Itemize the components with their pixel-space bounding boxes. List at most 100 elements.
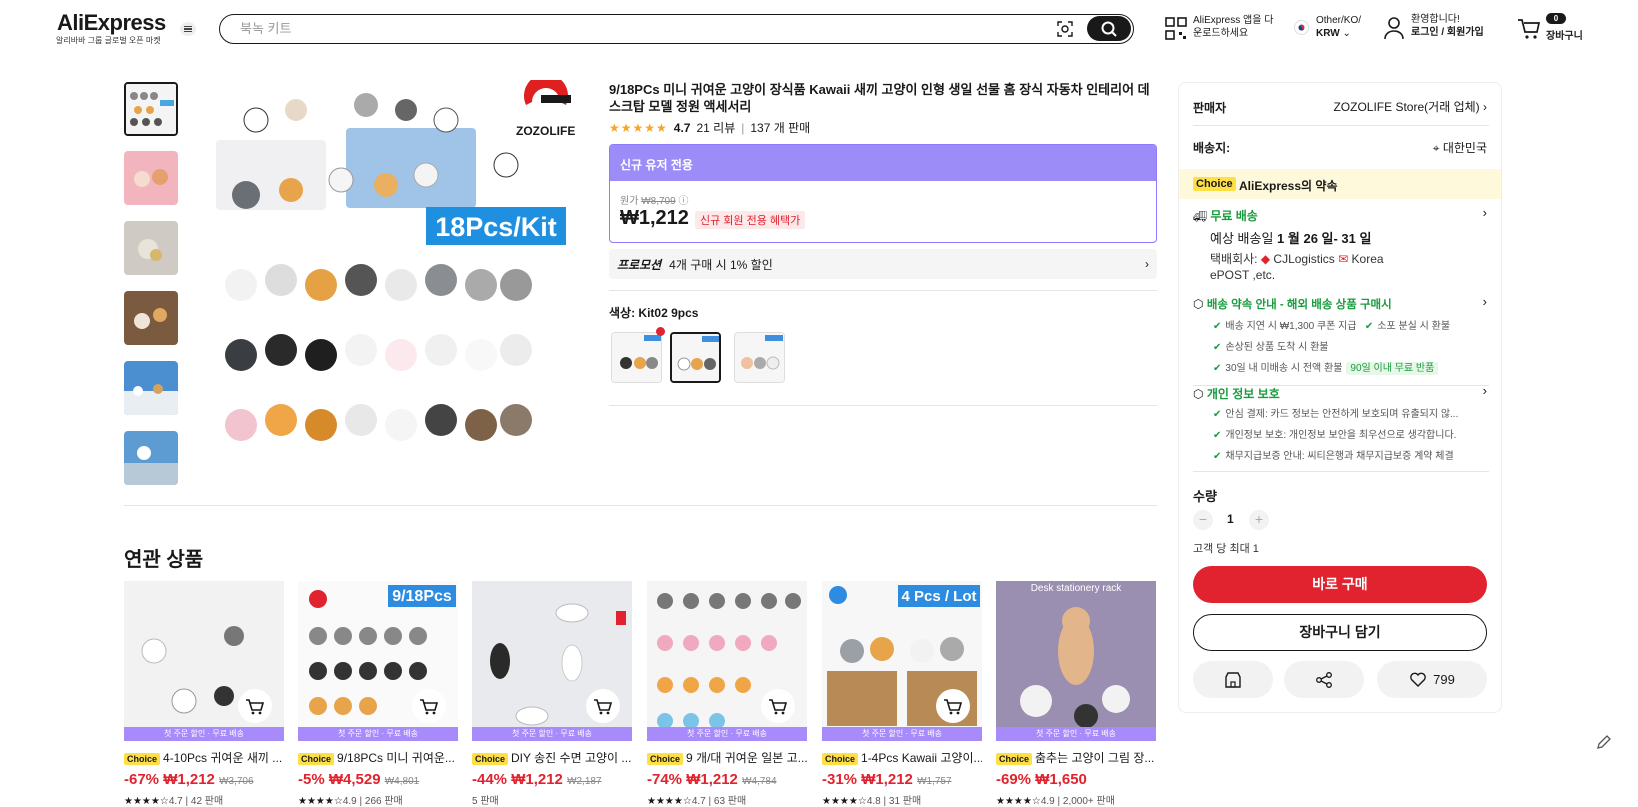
choice-promise-text: AliExpress의 약속 xyxy=(1239,179,1338,193)
related-meta: 5 판매 xyxy=(472,796,499,807)
color-swatch[interactable] xyxy=(611,332,662,383)
store-icon xyxy=(1225,671,1241,688)
add-to-cart-icon[interactable] xyxy=(936,689,970,723)
related-product-card[interactable]: 9/18Pcs 첫 주문 할인 · 무료 배송 Choice 9/18PCs 미니… xyxy=(298,581,458,807)
product-thumbnail[interactable] xyxy=(124,82,178,136)
color-swatch[interactable] xyxy=(734,332,785,383)
privacy-row[interactable]: ⬡ 개인 정보 보호 xyxy=(1193,385,1280,402)
related-product-image[interactable]: 첫 주문 할인 · 무료 배송 xyxy=(647,581,807,741)
choice-promise-band: Choice AliExpress의 약속 xyxy=(1179,169,1501,199)
privacy-item: ✔ 안심 결제: 카드 정보는 안전하게 보호되며 유출되지 않... xyxy=(1213,409,1459,420)
first-order-strip: 첫 주문 할인 · 무료 배송 xyxy=(124,727,284,741)
related-meta: 4.7 | 63 판매 xyxy=(691,796,747,807)
related-product-card[interactable]: 첫 주문 할인 · 무료 배송 Choice 4-10Pcs 귀여운 새끼 ...… xyxy=(124,581,284,807)
add-to-cart-icon[interactable] xyxy=(586,689,620,723)
related-product-card[interactable]: Desk stationery rack 첫 주문 할인 · 무료 배송 Cho… xyxy=(996,581,1156,807)
rating-stars-icon: ★★★★★ xyxy=(609,120,668,135)
ship-destination[interactable]: ⌖ 대한민국 xyxy=(1433,139,1487,156)
search-button[interactable] xyxy=(1087,16,1131,41)
quantity-label: 수량 xyxy=(1193,489,1217,504)
add-to-cart-icon[interactable] xyxy=(238,689,272,723)
add-to-cart-icon[interactable] xyxy=(412,689,446,723)
add-to-cart-button[interactable]: 장바구니 담기 xyxy=(1193,614,1487,651)
top-header: AliExpress 알리바바 그룹 글로벌 오픈 마켓 AliExpress … xyxy=(0,0,1638,58)
related-product-image[interactable]: 4 Pcs / Lot 첫 주문 할인 · 무료 배송 xyxy=(822,581,982,741)
choice-tag: Choice xyxy=(124,753,161,765)
free-shipping-row[interactable]: 🚚︎ 무료 배송 xyxy=(1193,207,1258,224)
related-product-card[interactable]: 4 Pcs / Lot 첫 주문 할인 · 무료 배송 Choice 1-4Pcs… xyxy=(822,581,982,807)
language-currency-selector[interactable]: Other/KO/KRW ⌄ xyxy=(1316,14,1361,40)
menu-icon[interactable] xyxy=(180,22,196,36)
related-products-title: 연관 상품 xyxy=(124,549,204,571)
carrier-info-more: ePOST ,etc. xyxy=(1210,268,1276,282)
cart-icon[interactable] xyxy=(1517,17,1541,41)
quantity-increase-button[interactable]: + xyxy=(1249,510,1269,530)
privacy-item: ✔ 개인정보 보호: 개인정보 보안을 최우선으로 생각합니다. xyxy=(1213,430,1457,441)
related-price: ₩4,529 xyxy=(328,771,381,788)
delivery-estimate: 예상 배송일 1 월 26 일- 31 일 xyxy=(1210,231,1372,246)
related-product-image[interactable]: 첫 주문 할인 · 무료 배송 xyxy=(472,581,632,741)
choice-tag: Choice xyxy=(1193,177,1236,191)
related-meta: 4.8 | 31 판매 xyxy=(866,796,922,807)
account-link[interactable]: 환영합니다! 로그인 / 회원가입 xyxy=(1411,13,1484,39)
rating-value: 4.7 xyxy=(673,120,691,135)
cart-label[interactable]: 장바구니 xyxy=(1546,27,1583,42)
product-thumbnail[interactable] xyxy=(124,151,178,205)
truck-icon: 🚚︎ xyxy=(1193,211,1207,223)
related-product-title[interactable]: 4-10Pcs 귀여운 새끼 ... xyxy=(163,751,282,765)
info-icon[interactable]: ⓘ xyxy=(678,196,688,207)
seller-link[interactable]: ZOZOLIFE Store(거래 업체) › xyxy=(1333,98,1487,115)
quantity-value[interactable]: 1 xyxy=(1227,512,1234,526)
related-product-title[interactable]: DIY 송진 수면 고양이 ... xyxy=(511,751,631,765)
buy-now-button[interactable]: 바로 구매 xyxy=(1193,566,1487,603)
first-order-strip: 첫 주문 할인 · 무료 배송 xyxy=(647,727,807,741)
add-to-cart-icon[interactable] xyxy=(761,689,795,723)
image-search-icon[interactable] xyxy=(1056,20,1074,38)
related-product-card[interactable]: 첫 주문 할인 · 무료 배송 Choice DIY 송진 수면 고양이 ... … xyxy=(472,581,632,807)
edit-pen-icon[interactable] xyxy=(1595,733,1613,751)
qr-code-icon[interactable] xyxy=(1165,17,1187,41)
color-swatch-selected[interactable] xyxy=(670,332,721,383)
card-banner-text: 9/18Pcs xyxy=(392,588,452,605)
store-button[interactable] xyxy=(1193,661,1273,698)
user-icon[interactable] xyxy=(1383,16,1405,40)
wishlist-button[interactable]: 799 xyxy=(1377,661,1487,698)
shield-icon: ⬡ xyxy=(1193,297,1204,311)
rating-stars-icon: ★★★★☆ xyxy=(822,796,867,807)
rating-stars-icon: ★★★★☆ xyxy=(647,796,692,807)
related-product-title[interactable]: 춤추는 고양이 그림 장... xyxy=(1035,751,1154,765)
search-input[interactable] xyxy=(240,21,1040,36)
aliexpress-logo[interactable]: AliExpress xyxy=(57,10,166,36)
related-product-image[interactable]: 9/18Pcs 첫 주문 할인 · 무료 배송 xyxy=(298,581,458,741)
related-product-image[interactable]: Desk stationery rack 첫 주문 할인 · 무료 배송 xyxy=(996,581,1156,741)
rating-row[interactable]: ★★★★★ 4.7 21 리뷰 | 137 개 판매 xyxy=(609,119,810,136)
review-count[interactable]: 21 리뷰 xyxy=(696,119,735,136)
carrier-info: 택배회사: ◆ CJLogistics ✉ Korea xyxy=(1210,252,1384,266)
discount-percent: -5% xyxy=(298,771,325,788)
main-product-image[interactable]: ZOZOLIFE 18Pcs/Kit xyxy=(216,80,590,474)
promotion-row[interactable]: 프로모션 4개 구매 시 1% 할인 › xyxy=(609,249,1157,279)
chevron-right-icon[interactable]: › xyxy=(1483,205,1487,220)
card-banner-text: Desk stationery rack xyxy=(1031,583,1123,594)
related-meta: 4.9 | 2,000+ 판매 xyxy=(1040,796,1115,807)
divider xyxy=(609,290,1157,291)
product-thumbnail[interactable] xyxy=(124,291,178,345)
delivery-promise-row[interactable]: ⬡ 배송 약속 안내 - 해외 배송 상품 구매시 xyxy=(1193,296,1392,312)
app-download-link[interactable]: AliExpress 앱을 다 운로드하세요 xyxy=(1193,14,1273,40)
discount-percent: -31% xyxy=(822,771,858,788)
related-product-card[interactable]: 첫 주문 할인 · 무료 배송 Choice 9 개/대 귀여운 일본 고... … xyxy=(647,581,807,807)
wishlist-count: 799 xyxy=(1433,672,1455,687)
product-thumbnail[interactable] xyxy=(124,361,178,415)
related-product-image[interactable]: 첫 주문 할인 · 무료 배송 xyxy=(124,581,284,741)
related-product-title[interactable]: 1-4Pcs Kawaii 고양이... xyxy=(861,751,982,765)
product-thumbnail[interactable] xyxy=(124,431,178,485)
chevron-right-icon[interactable]: › xyxy=(1483,294,1487,309)
share-button[interactable] xyxy=(1284,661,1364,698)
korea-flag-icon xyxy=(1294,20,1309,35)
product-thumbnail[interactable] xyxy=(124,221,178,275)
chevron-right-icon[interactable]: › xyxy=(1483,383,1487,398)
hot-indicator-icon xyxy=(656,327,665,336)
related-product-title[interactable]: 9/18PCs 미니 귀여운... xyxy=(337,751,455,765)
quantity-decrease-button[interactable]: − xyxy=(1193,510,1213,530)
related-product-title[interactable]: 9 개/대 귀여운 일본 고... xyxy=(686,751,807,765)
